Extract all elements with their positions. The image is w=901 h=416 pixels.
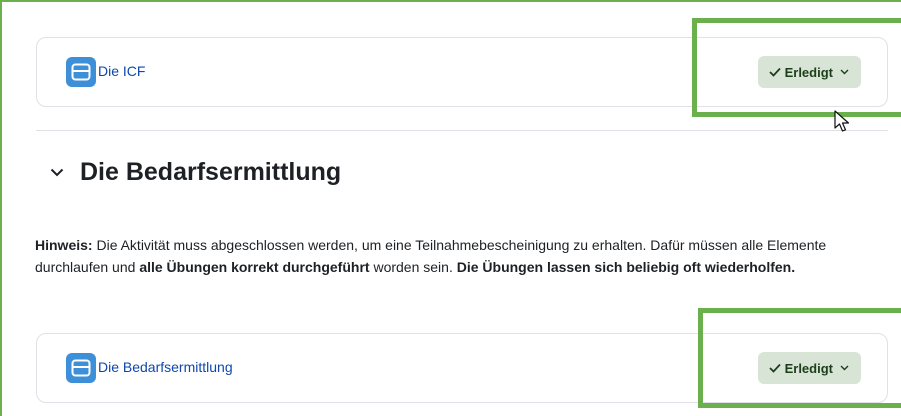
page-icon: [66, 57, 96, 87]
activity-link-bedarfsermittlung[interactable]: Die Bedarfsermittlung: [98, 359, 233, 375]
highlight-box: [698, 308, 901, 408]
completion-notice: Hinweis: Die Aktivität muss abgeschlosse…: [35, 234, 885, 278]
chevron-down-icon[interactable]: [46, 162, 68, 184]
activity-link-icf[interactable]: Die ICF: [98, 63, 145, 79]
section-title: Die Bedarfsermittlung: [80, 158, 342, 186]
notice-bold-1: alle Übungen korrekt durchgeführt: [139, 259, 370, 275]
notice-bold-2: Die Übungen lassen sich beliebig oft wie…: [456, 259, 796, 275]
mouse-cursor-icon: [834, 110, 852, 139]
section-divider: [36, 130, 888, 131]
page-icon: [66, 353, 96, 383]
section-header: Die Bedarfsermittlung: [46, 158, 341, 187]
notice-label: Hinweis:: [35, 237, 93, 253]
notice-text-2: worden sein.: [369, 259, 457, 275]
highlight-box: [692, 18, 901, 117]
